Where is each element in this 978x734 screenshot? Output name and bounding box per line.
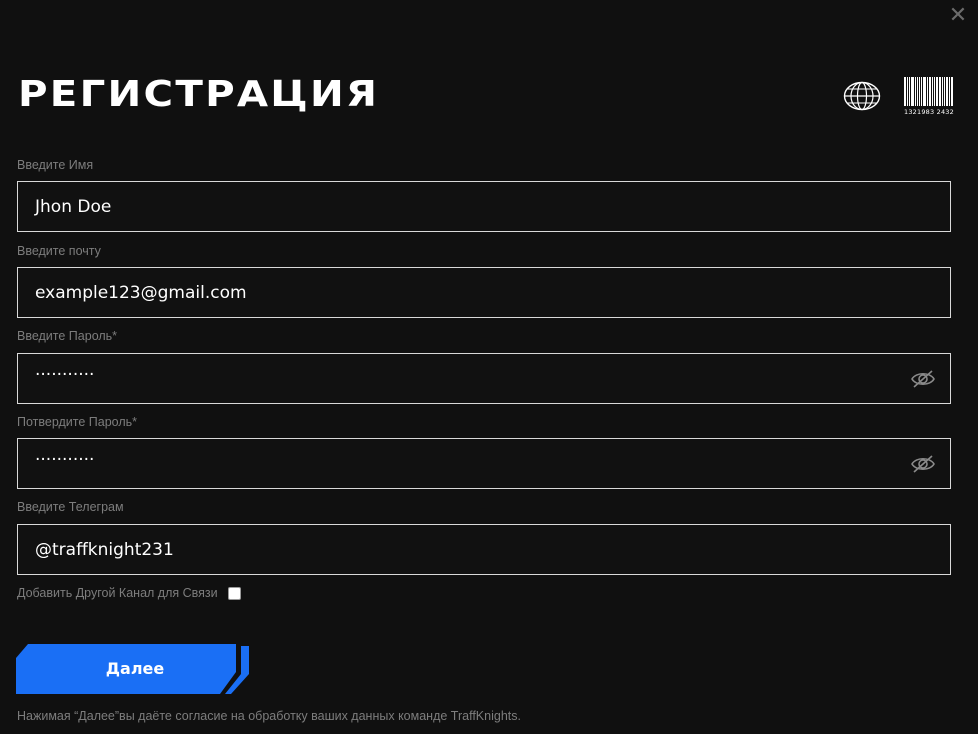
telegram-label: Введите Телеграм bbox=[17, 500, 124, 514]
extra-channel-row: Добавить Другой Канал для Связи bbox=[17, 586, 241, 600]
name-field[interactable]: Jhon Doe bbox=[17, 181, 951, 232]
extra-channel-label: Добавить Другой Канал для Связи bbox=[17, 586, 218, 600]
name-value: Jhon Doe bbox=[35, 196, 112, 217]
eye-off-icon[interactable] bbox=[910, 453, 936, 475]
email-label: Введите почту bbox=[17, 244, 101, 258]
registration-dialog: ✕ РЕГИСТРАЦИЯ 1321983 2432 Введите Имя J… bbox=[0, 0, 978, 734]
barcode-bars bbox=[904, 77, 954, 106]
next-button-label: Далее bbox=[105, 659, 165, 678]
password-field[interactable]: ··········· bbox=[17, 353, 951, 404]
password-confirm-label: Потвердите Пароль* bbox=[17, 415, 138, 429]
email-field[interactable]: example123@gmail.com bbox=[17, 267, 951, 318]
password-confirm-field[interactable]: ··········· bbox=[17, 438, 951, 489]
password-confirm-value: ··········· bbox=[35, 449, 95, 470]
email-value: example123@gmail.com bbox=[35, 282, 247, 303]
name-label: Введите Имя bbox=[17, 158, 94, 172]
telegram-value: @traffknight231 bbox=[35, 539, 174, 560]
barcode-icon: 1321983 2432 bbox=[904, 77, 954, 117]
password-value: ··········· bbox=[35, 364, 95, 385]
password-label: Введите Пароль* bbox=[17, 329, 118, 343]
close-icon[interactable]: ✕ bbox=[946, 4, 970, 28]
page-title: РЕГИСТРАЦИЯ bbox=[18, 74, 380, 115]
globe-icon bbox=[843, 81, 881, 111]
barcode-number: 1321983 2432 bbox=[904, 108, 954, 116]
eye-off-icon[interactable] bbox=[910, 368, 936, 390]
telegram-field[interactable]: @traffknight231 bbox=[17, 524, 951, 575]
consent-text: Нажимая “Далее”вы даёте согласие на обра… bbox=[17, 709, 521, 723]
next-button[interactable]: Далее bbox=[16, 644, 256, 694]
extra-channel-checkbox[interactable] bbox=[227, 586, 241, 600]
